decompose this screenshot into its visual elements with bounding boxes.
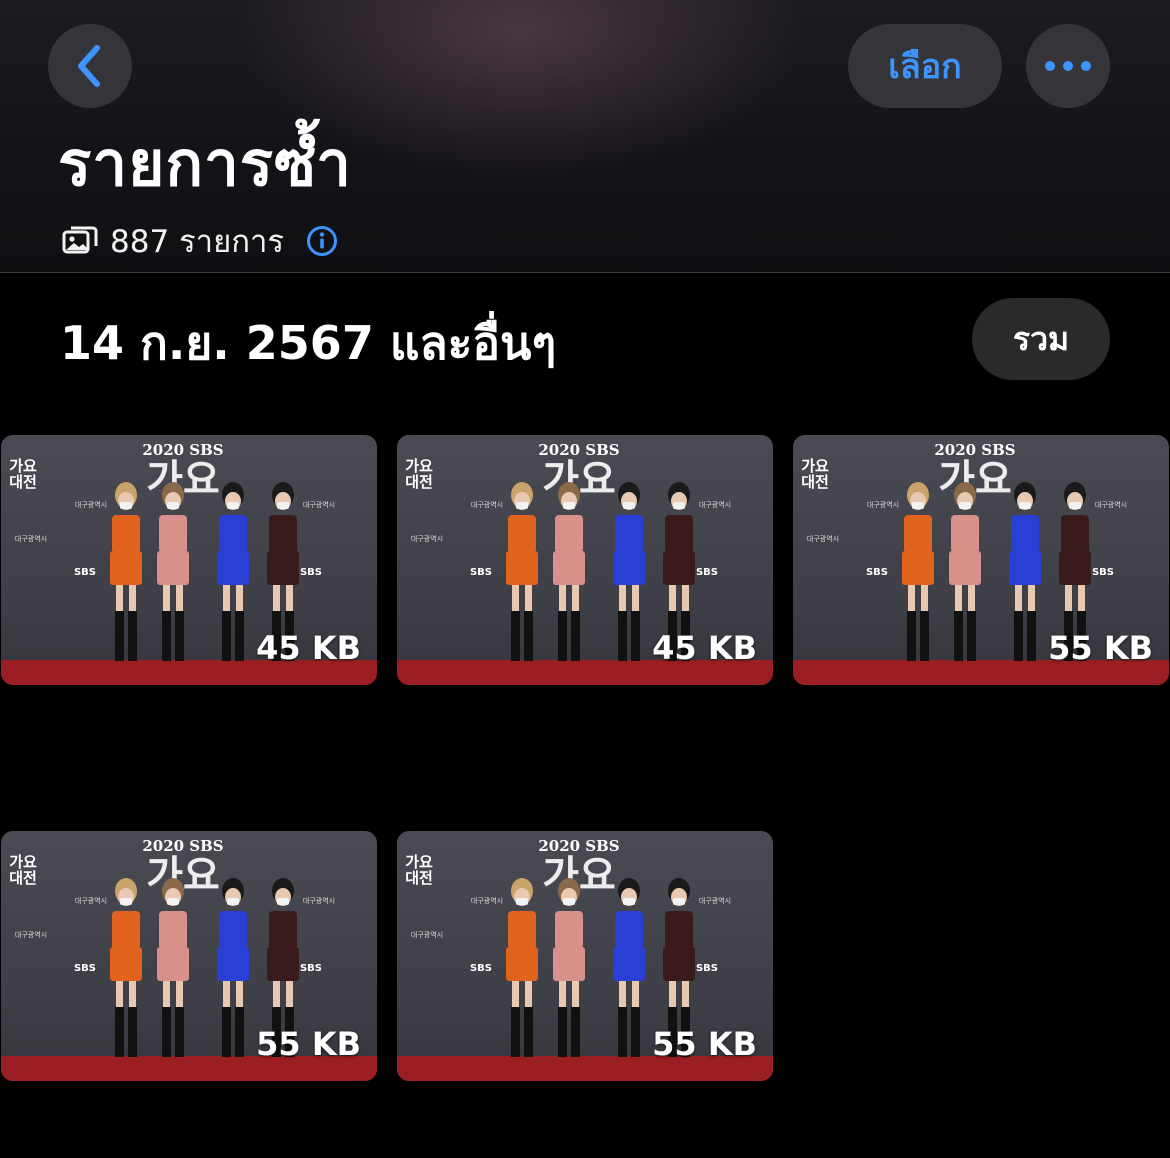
item-count-row: 887 รายการ [62,218,338,264]
svg-text:대구광역시: 대구광역시 [75,500,107,509]
svg-text:SBS: SBS [470,567,492,578]
svg-text:대전: 대전 [9,473,37,491]
svg-text:대구광역시: 대구광역시 [75,896,107,905]
svg-text:대구광역시: 대구광역시 [303,896,335,905]
svg-text:대전: 대전 [9,869,37,887]
svg-text:대전: 대전 [801,473,829,491]
file-size-label: 55 KB [652,1025,757,1063]
photo-thumbnail[interactable]: 2020 SBS 가요 가요 대전 SBS SBS 대구광역시 대구광역시 대구… [793,435,1169,685]
photo-thumbnail[interactable]: 2020 SBS 가요 가요 대전 SBS SBS 대구광역시 대구광역시 대구… [1,435,377,685]
svg-text:대구광역시: 대구광역시 [699,896,731,905]
svg-text:SBS: SBS [470,963,492,974]
select-button[interactable]: เลือก [848,24,1002,108]
svg-text:대구광역시: 대구광역시 [807,534,839,543]
chevron-left-icon [78,45,100,87]
ellipsis-icon [1045,61,1091,71]
section-date-title: 14 ก.ย. 2567 และอื่นๆ [60,316,557,370]
svg-text:SBS: SBS [74,567,96,578]
svg-text:대구광역시: 대구광역시 [15,930,47,939]
svg-text:SBS: SBS [74,963,96,974]
back-button[interactable] [48,24,132,108]
svg-text:대구광역시: 대구광역시 [411,534,443,543]
info-icon[interactable] [306,225,338,257]
nav-header: เลือก รายการซ้ำ 887 รายการ [0,0,1170,273]
file-size-label: 55 KB [256,1025,361,1063]
svg-text:대구광역시: 대구광역시 [15,534,47,543]
svg-text:SBS: SBS [866,567,888,578]
file-size-label: 45 KB [652,629,757,667]
svg-text:대구광역시: 대구광역시 [471,500,503,509]
svg-text:대구광역시: 대구광역시 [699,500,731,509]
svg-text:대구광역시: 대구광역시 [411,930,443,939]
svg-text:SBS: SBS [300,963,322,974]
photos-stack-icon [62,226,98,254]
file-size-label: 45 KB [256,629,361,667]
page-title: รายการซ้ำ [58,127,352,200]
svg-text:SBS: SBS [696,963,718,974]
more-options-button[interactable] [1026,24,1110,108]
svg-text:대구광역시: 대구광역시 [471,896,503,905]
photo-thumbnail[interactable]: 2020 SBS 가요 가요 대전 SBS SBS 대구광역시 대구광역시 대구… [1,831,377,1081]
svg-text:대전: 대전 [405,473,433,491]
svg-text:SBS: SBS [696,567,718,578]
merge-button[interactable]: รวม [972,298,1110,380]
svg-text:대전: 대전 [405,869,433,887]
svg-text:대구광역시: 대구광역시 [867,500,899,509]
photo-thumbnail[interactable]: 2020 SBS 가요 가요 대전 SBS SBS 대구광역시 대구광역시 대구… [397,831,773,1081]
photo-thumbnail[interactable]: 2020 SBS 가요 가요 대전 SBS SBS 대구광역시 대구광역시 대구… [397,435,773,685]
svg-text:SBS: SBS [300,567,322,578]
svg-text:대구광역시: 대구광역시 [303,500,335,509]
file-size-label: 55 KB [1048,629,1153,667]
item-count: 887 รายการ [110,224,285,260]
svg-text:SBS: SBS [1092,567,1114,578]
svg-text:대구광역시: 대구광역시 [1095,500,1127,509]
